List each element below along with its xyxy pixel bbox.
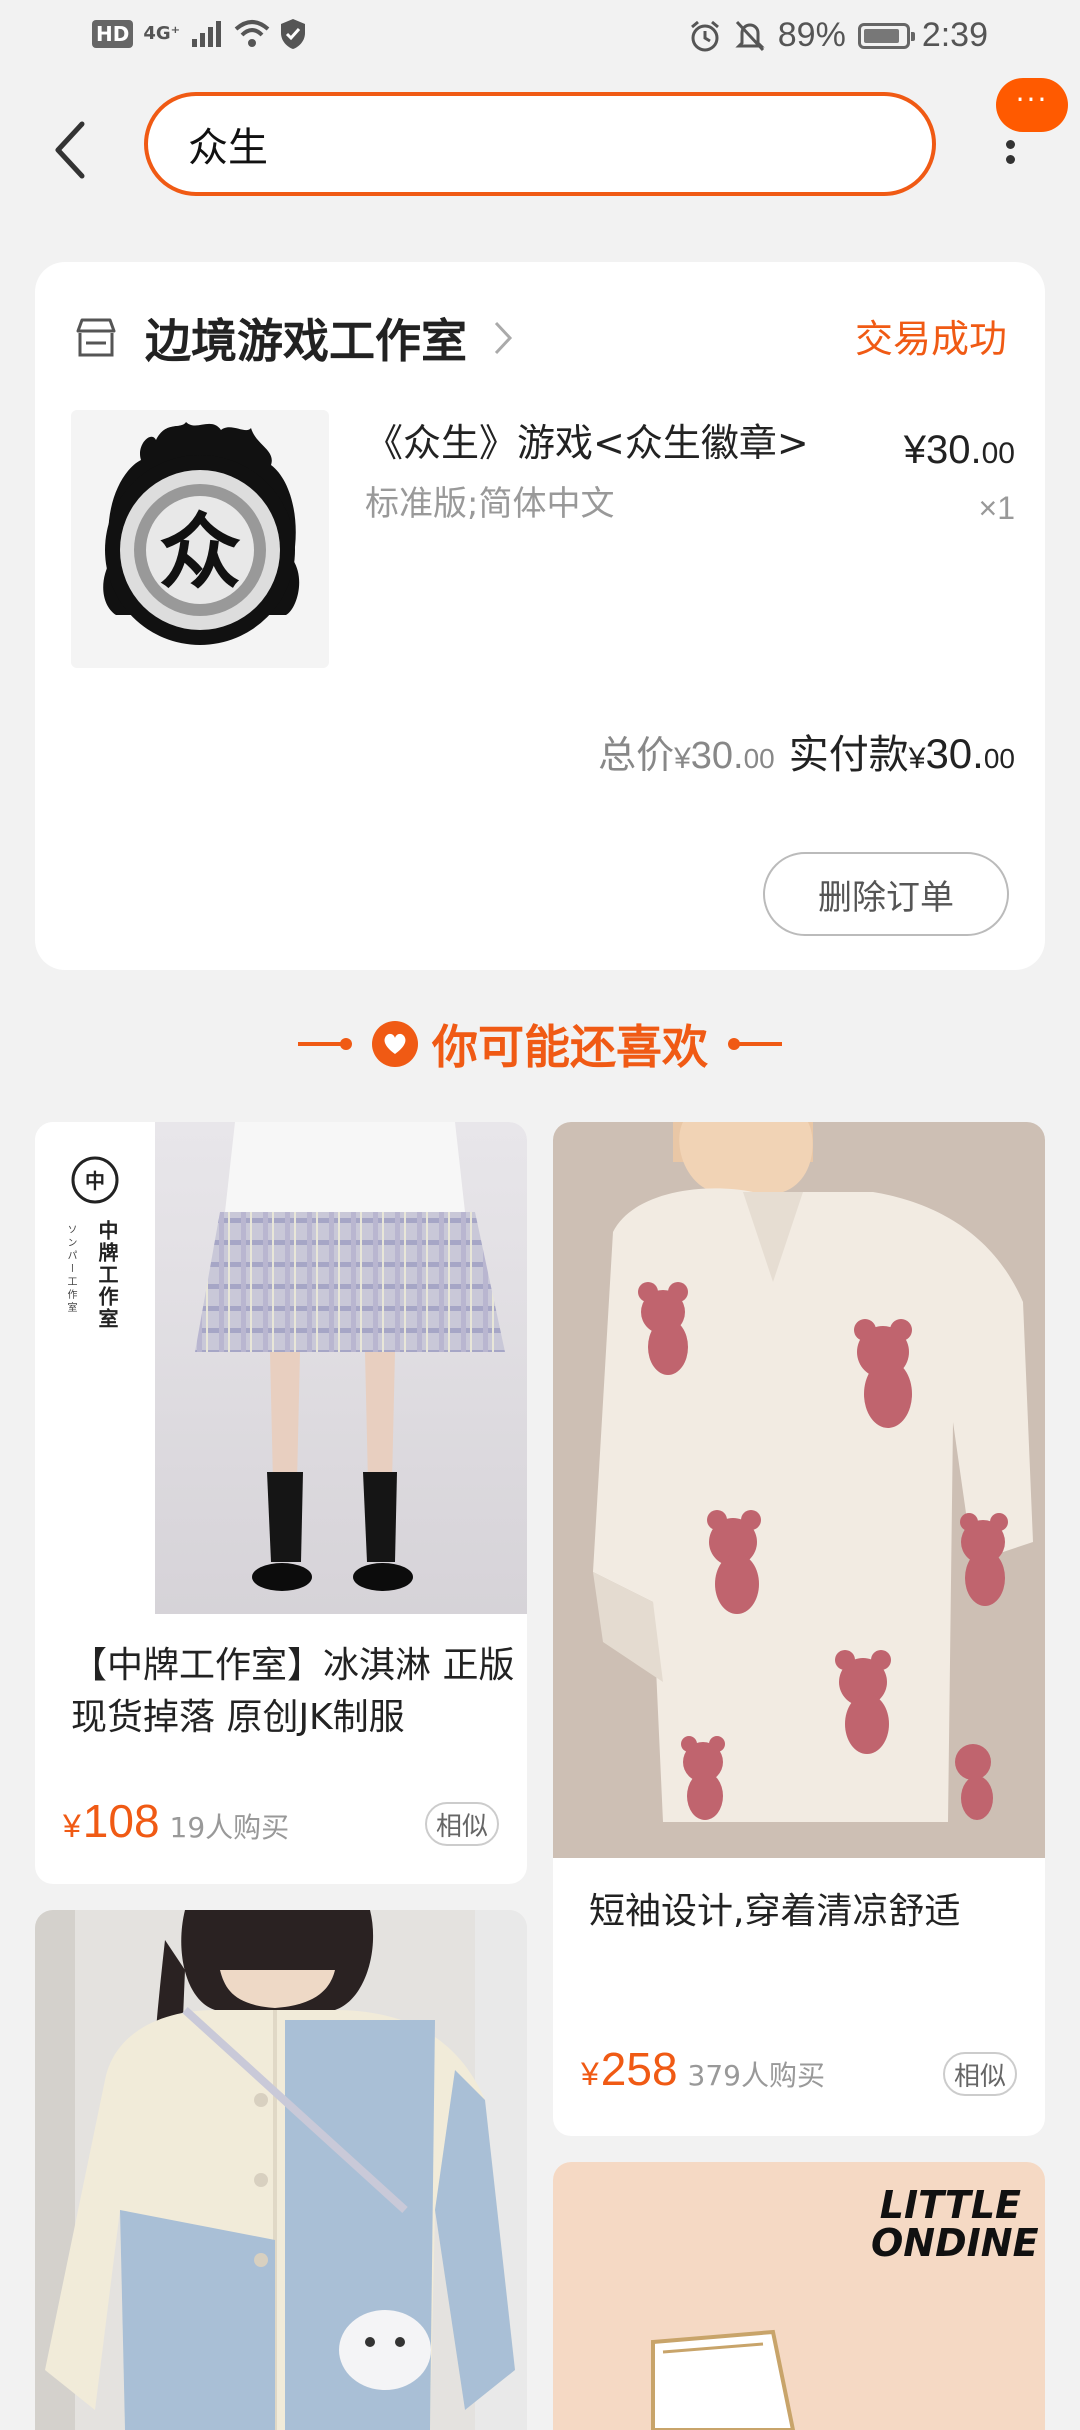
status-left: HD 4G⁺ [92,18,306,50]
price-decimal: 00 [981,437,1015,470]
paid-int: 30. [925,730,984,777]
shop-row[interactable]: 边境游戏工作室 [73,298,513,378]
header: ··· [0,78,1080,218]
shop-name[interactable]: 边境游戏工作室 [145,305,467,371]
chevron-left-icon [55,121,85,179]
svg-text:中: 中 [85,1169,105,1193]
order-totals: 总价 ¥30.00 实付款 ¥30.00 [598,722,1015,780]
total-int: 30. [690,735,744,777]
paid-amount: ¥30.00 [909,730,1015,778]
order-card: 边境游戏工作室 交易成功 众 《众生》游戏<众生徽章> 标准版;简体中文 ¥30… [35,262,1045,970]
network-type: 4G⁺ [143,23,181,44]
product-card[interactable]: 短袖设计,穿着清凉舒适 ¥ 258 379人购买 相似 [553,1122,1045,2136]
product-thumbnail[interactable]: 众 [71,410,329,668]
paid-yen: ¥ [908,742,926,775]
wifi-icon [234,20,270,47]
paid-dec: 00 [983,743,1015,774]
store-icon [76,318,116,357]
dot [1005,155,1015,164]
message-badge[interactable]: ··· [996,78,1068,132]
total-amount: ¥30.00 [674,735,775,778]
back-button[interactable] [40,110,100,190]
similar-button[interactable]: 相似 [425,1802,499,1846]
price-yen: ¥ [581,2056,599,2092]
brand-logo: LITTLE ONDINE [871,2183,1039,2265]
chevron-right-icon [494,321,513,355]
price-value: 108 [82,1795,160,1847]
buyer-count: 19人购买 [169,1811,290,1844]
paid-label: 实付款 [788,732,909,778]
more-options-button[interactable] [990,134,1030,204]
battery-icon [857,22,915,49]
product-card[interactable]: LITTLE ONDINE [553,2162,1045,2430]
search-box[interactable] [144,92,936,196]
product-image [35,1910,527,2430]
mute-bell-icon [735,20,765,51]
total-label: 总价 [598,733,675,777]
recommend-heading: 你可能还喜欢 [0,1004,1080,1084]
product-card-price: ¥ 108 19人购买 [63,1794,289,1848]
hd-badge: HD [92,20,134,48]
search-input[interactable] [186,120,870,168]
product-quantity: ×1 [978,490,1015,526]
order-status: 交易成功 [854,317,1007,361]
badge-glyph: 众 [159,505,241,600]
total-dec: 00 [743,743,775,774]
product-price: ¥30.00 [904,428,1015,473]
game-badge-image: 众 [103,422,300,645]
product-spec: 标准版;简体中文 [365,484,615,524]
buyer-count: 379人购买 [687,2059,825,2092]
product-card-title[interactable]: 【中牌工作室】冰淇淋 正版 现货掉落 原创JK制服 [71,1640,517,1744]
product-card-price: ¥ 258 379人购买 [581,2042,825,2096]
product-card[interactable] [35,1910,527,2430]
clock: 2:39 [921,16,988,54]
delete-order-button[interactable]: 删除订单 [763,852,1009,936]
product-image: 中 中牌工作室 ソンパー工作室 [35,1122,527,1614]
status-bar: HD 4G⁺ 89% 2:39 [0,0,1080,78]
product-title[interactable]: 《众生》游戏<众生徽章> [365,412,809,467]
divider-right [728,1038,782,1050]
price-yen: ¥ [63,1808,81,1844]
signal-icon [192,21,222,47]
heart-icon [372,1021,418,1067]
recommend-title: 你可能还喜欢 [432,1020,708,1074]
status-right: 89% 2:39 [688,16,988,55]
product-card[interactable]: 中 中牌工作室 ソンパー工作室 【中牌工作室】冰淇淋 正版 现货掉落 原创JK制… [35,1122,527,1884]
price-main: ¥30. [903,428,982,472]
battery-percent: 89% [777,16,846,54]
total-yen: ¥ [674,742,691,775]
product-image [553,1122,1045,1858]
dot [1005,140,1015,149]
price-value: 258 [600,2043,678,2095]
product-image: LITTLE ONDINE [553,2162,1045,2430]
brand-label: 中牌工作室 [95,1220,119,1330]
product-card-title[interactable]: 短袖设计,穿着清凉舒适 [589,1886,1035,1938]
similar-button[interactable]: 相似 [943,2052,1017,2096]
brand-sub-label: ソンパー工作室 [65,1224,76,1315]
divider-left [298,1038,352,1050]
alarm-icon [690,20,719,51]
shield-icon [281,19,306,49]
